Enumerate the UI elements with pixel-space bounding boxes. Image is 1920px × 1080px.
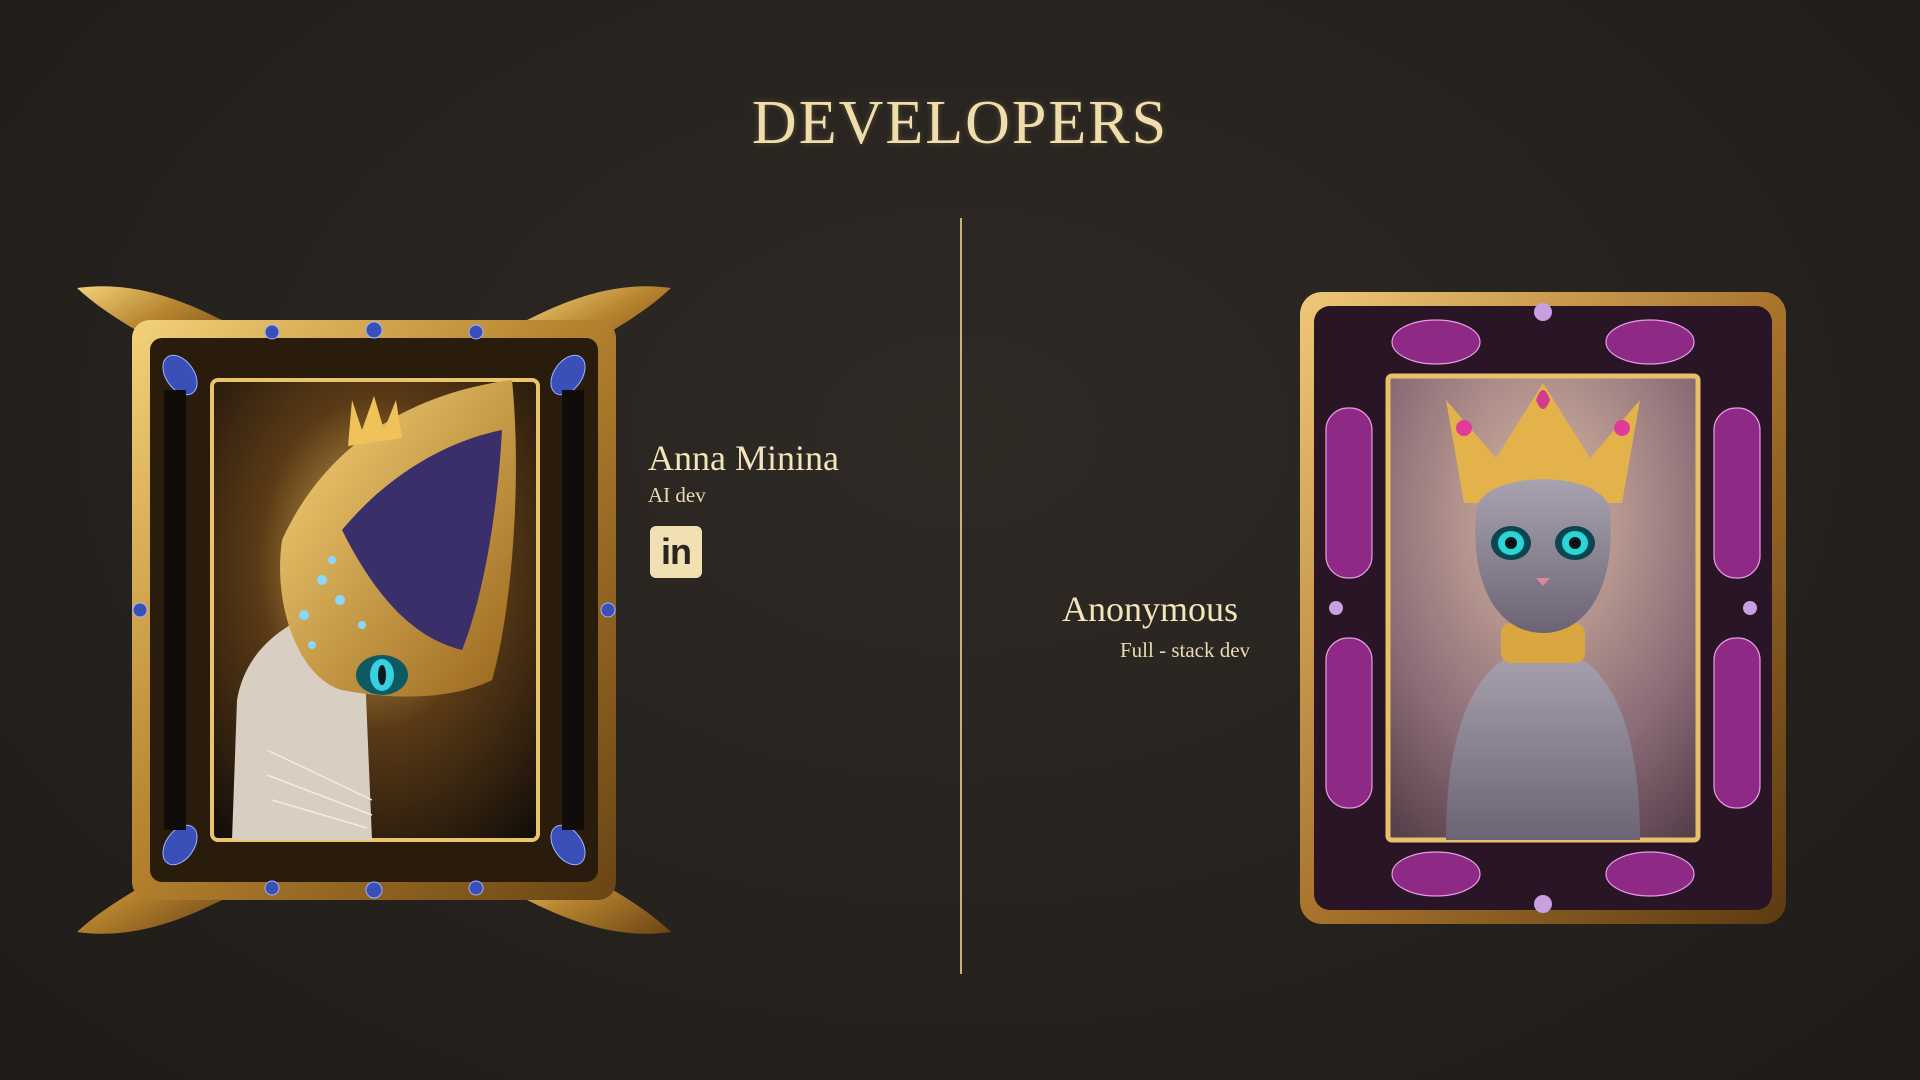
developer-2-portrait-frame bbox=[1296, 288, 1790, 928]
linkedin-icon[interactable]: in bbox=[650, 526, 702, 578]
linkedin-icon-glyph: in bbox=[661, 531, 692, 572]
developer-2-role: Full - stack dev bbox=[1120, 638, 1251, 662]
developer-1-name: Anna Minina bbox=[648, 438, 839, 478]
ornate-frame-gold-purple bbox=[1300, 292, 1786, 924]
developer-2-name: Anonymous bbox=[1062, 589, 1239, 629]
page-title: DEVELOPERS bbox=[751, 89, 1169, 157]
ornate-frame-gold-blue bbox=[77, 286, 671, 934]
developer-1-portrait-frame bbox=[72, 280, 676, 940]
center-divider bbox=[960, 218, 962, 974]
developer-1-role: AI dev bbox=[648, 483, 706, 507]
